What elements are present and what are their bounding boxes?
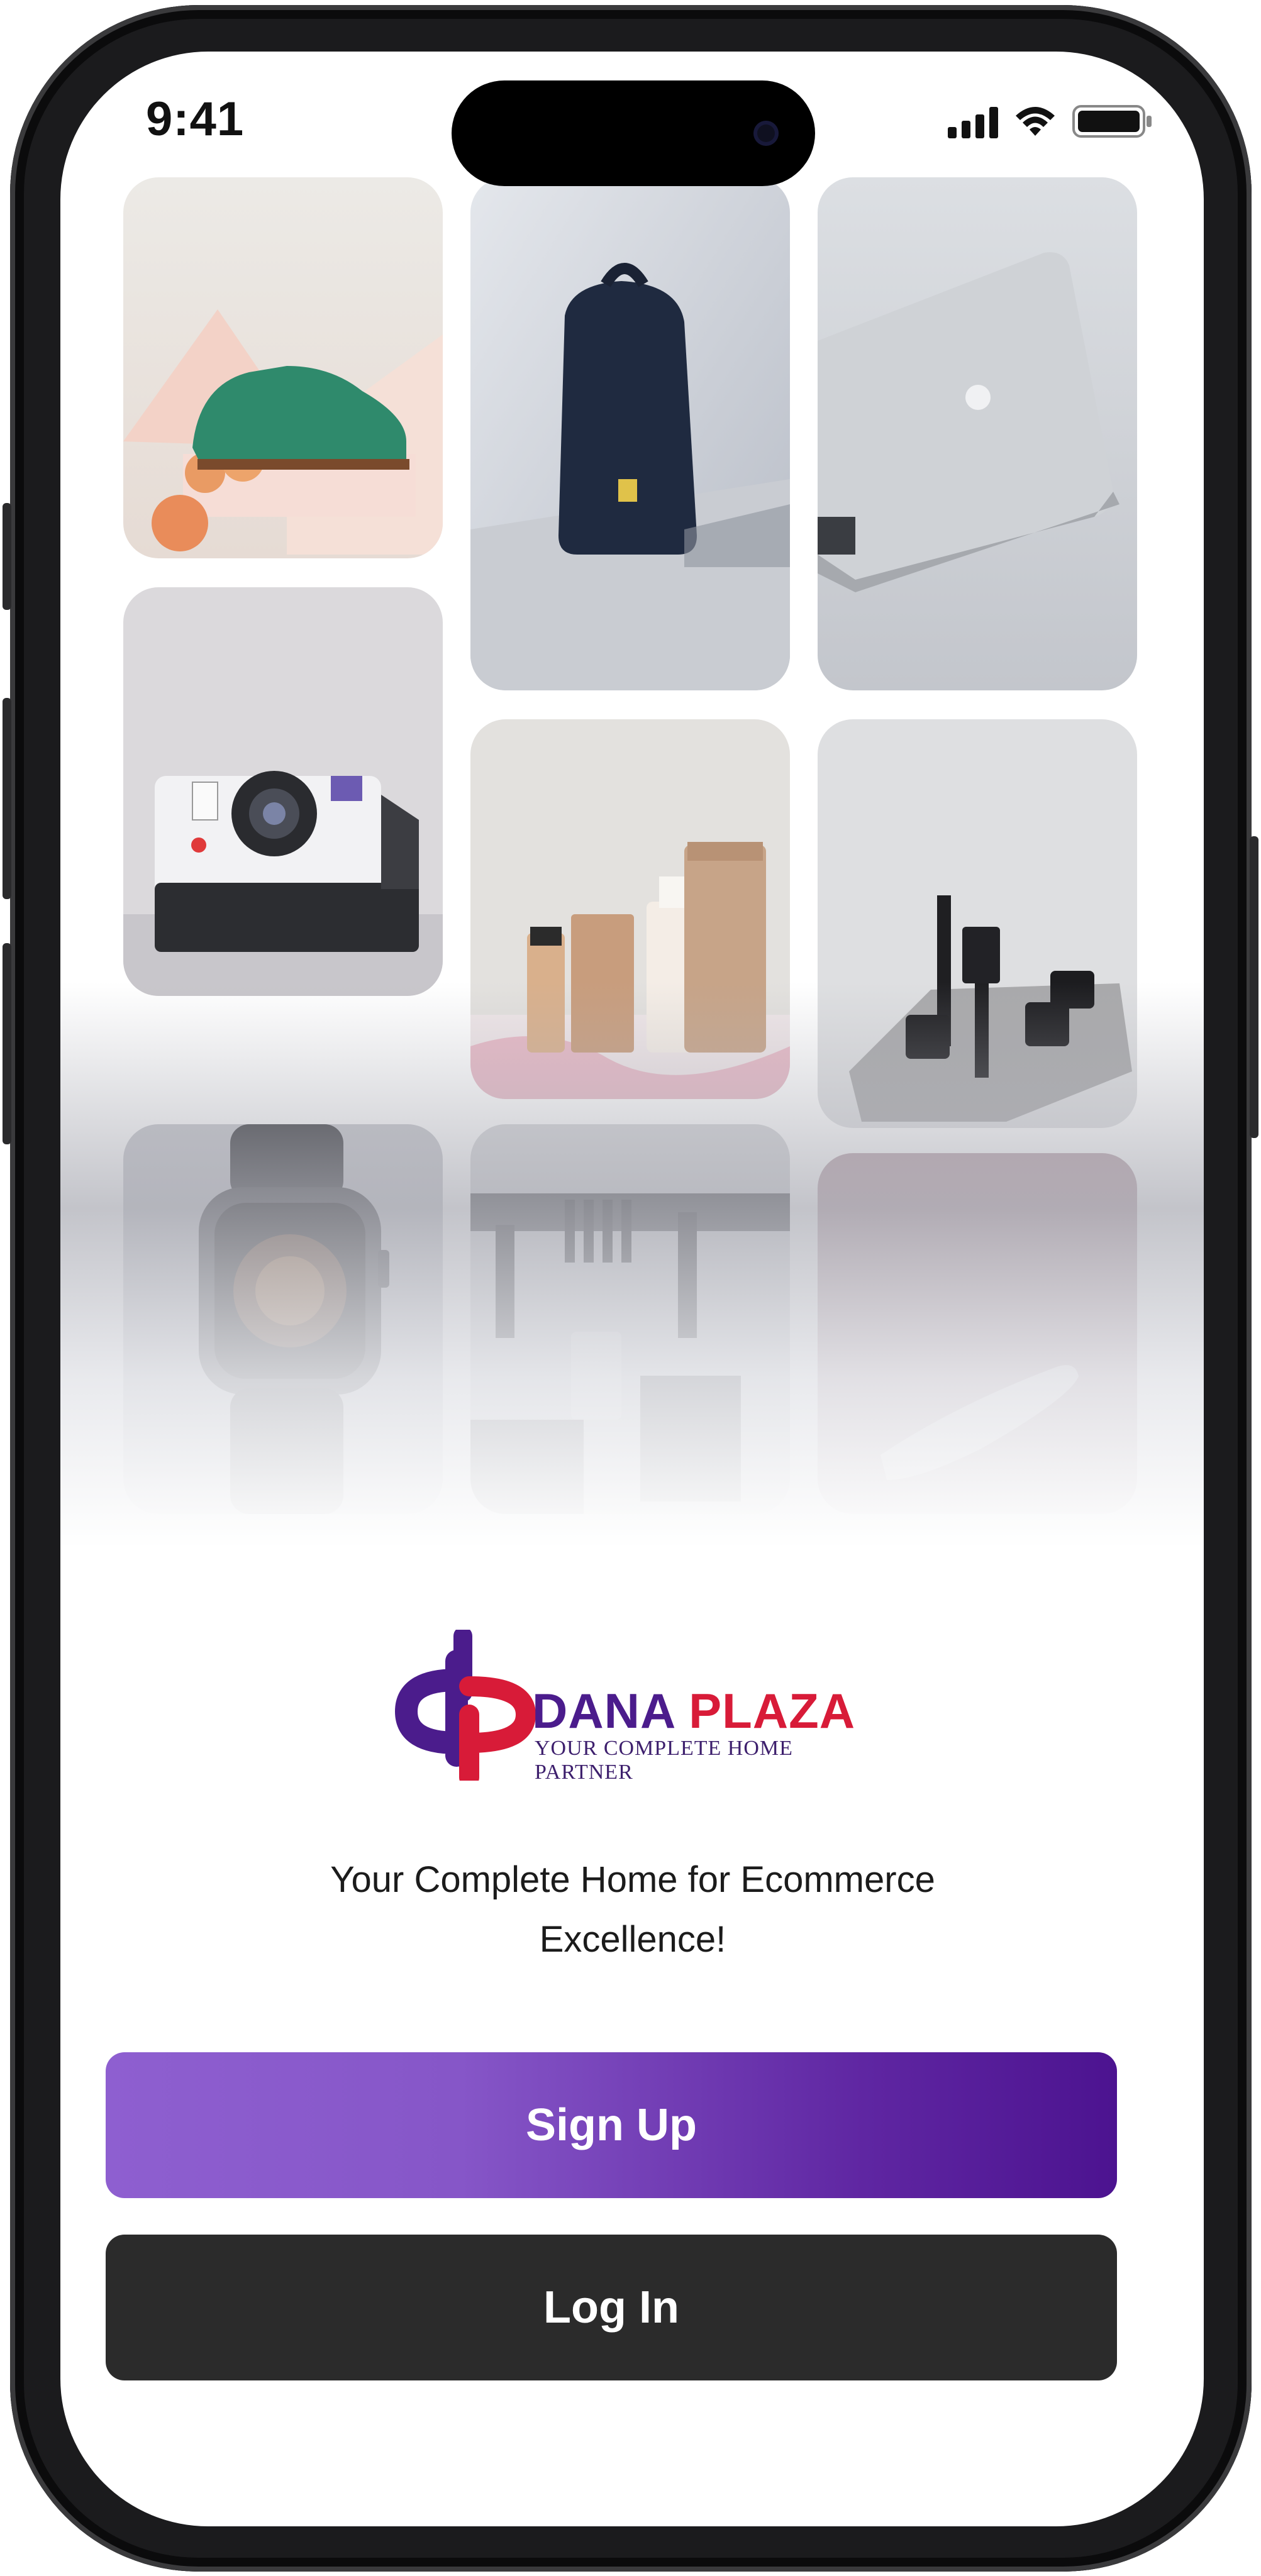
cellular-signal-icon — [948, 107, 998, 138]
product-tile-shoe[interactable] — [123, 177, 443, 558]
dana-plaza-logo-icon — [394, 1630, 536, 1781]
product-tile-smartwatch[interactable] — [123, 1124, 443, 1514]
shoe-icon — [123, 177, 443, 558]
brand-logo: DANA PLAZA YOUR COMPLETE HOME PARTNER — [394, 1630, 872, 1784]
product-tile-laptop[interactable] — [818, 177, 1137, 690]
app-screen: DANA PLAZA YOUR COMPLETE HOME PARTNER Yo… — [60, 52, 1204, 2526]
skincare-bottles-icon — [470, 719, 790, 1099]
perfume-display-icon — [470, 1124, 790, 1514]
headline-line-2: Excellence! — [539, 1919, 726, 1960]
front-camera-icon — [753, 121, 779, 146]
product-tile-cosmetics[interactable] — [818, 719, 1137, 1128]
brand-name-part2: PLAZA — [689, 1683, 856, 1739]
smartwatch-icon — [123, 1124, 443, 1514]
product-tile-camera[interactable] — [123, 587, 443, 996]
volume-up-button — [3, 698, 11, 899]
instant-camera-icon — [123, 587, 443, 996]
laptop-icon — [818, 177, 1137, 690]
hair-dryer-icon — [818, 1153, 1137, 1514]
welcome-headline: Your Complete Home for Ecommerce Excelle… — [224, 1850, 1042, 1969]
dynamic-island — [452, 80, 815, 186]
wifi-icon — [1016, 107, 1055, 136]
log-in-button[interactable]: Log In — [106, 2235, 1117, 2380]
brand-name-part1: DANA — [532, 1683, 675, 1739]
power-button — [1250, 836, 1258, 1138]
brand-tagline: YOUR COMPLETE HOME PARTNER — [535, 1737, 793, 1784]
product-tile-perfume[interactable] — [470, 1124, 790, 1514]
product-tile-backpack[interactable] — [470, 177, 790, 690]
cosmetics-jars-icon — [818, 719, 1137, 1128]
volume-down-button — [3, 943, 11, 1144]
product-tile-hair-dryer[interactable] — [818, 1153, 1137, 1514]
backpack-icon — [470, 177, 790, 690]
brand-name: DANA PLAZA — [532, 1683, 855, 1740]
status-icons — [948, 103, 1154, 138]
headline-line-1: Your Complete Home for Ecommerce — [330, 1859, 935, 1900]
battery-icon — [1072, 105, 1152, 138]
sign-up-button[interactable]: Sign Up — [106, 2052, 1117, 2198]
status-time: 9:41 — [146, 92, 245, 146]
action-button — [3, 503, 11, 610]
product-tile-skincare[interactable] — [470, 719, 790, 1099]
